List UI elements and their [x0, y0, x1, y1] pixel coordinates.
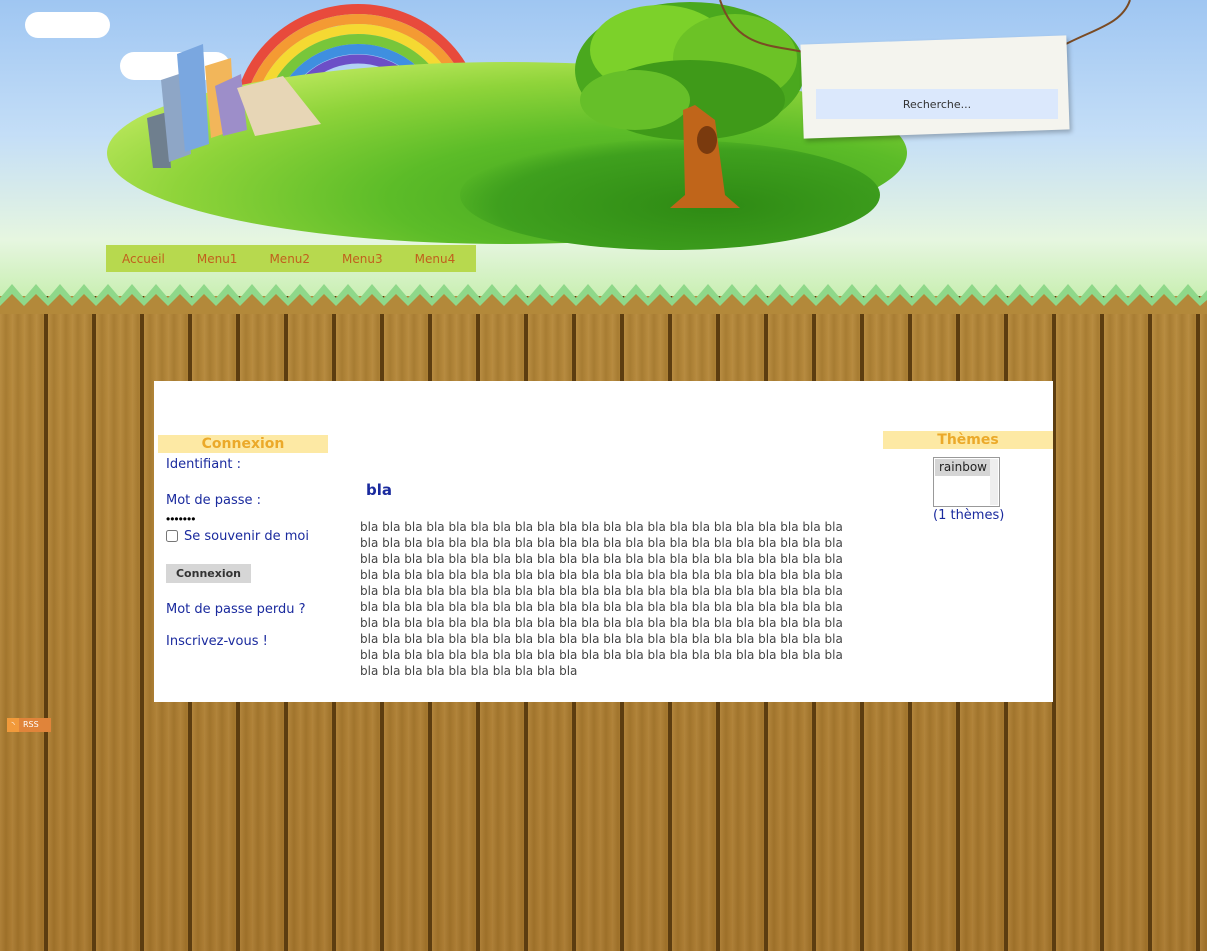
themes-count-link[interactable]: (1 thèmes): [933, 508, 1004, 523]
themes-option-selected[interactable]: rainbow: [935, 459, 991, 476]
article-title: bla: [366, 481, 393, 499]
nav-item-menu3[interactable]: Menu3: [342, 252, 383, 266]
themes-scrollbar[interactable]: [990, 459, 998, 505]
rss-label: RSS: [23, 720, 39, 729]
username-label: Identifiant :: [166, 457, 242, 472]
search-card: [800, 35, 1070, 139]
themes-box-title: Thèmes: [883, 431, 1053, 449]
password-field[interactable]: [166, 512, 236, 526]
rss-feed-badge[interactable]: ◝ RSS: [7, 718, 51, 732]
login-box-title: Connexion: [158, 435, 328, 453]
password-label: Mot de passe :: [166, 493, 262, 508]
nav-item-accueil[interactable]: Accueil: [122, 252, 165, 266]
rss-icon: ◝: [7, 718, 19, 732]
login-button[interactable]: Connexion: [166, 564, 251, 583]
nav-item-menu2[interactable]: Menu2: [269, 252, 310, 266]
remember-me-label[interactable]: Se souvenir de moi: [184, 529, 309, 544]
register-link[interactable]: Inscrivez-vous !: [166, 634, 268, 649]
fence-pointed-tops: [0, 284, 1207, 314]
buildings-illustration: [147, 44, 321, 168]
themes-select[interactable]: rainbow: [933, 457, 1000, 507]
cloud-illustration: [25, 12, 110, 38]
search-input[interactable]: [816, 89, 1058, 119]
article-body: bla bla bla bla bla bla bla bla bla bla …: [360, 520, 843, 678]
main-nav: Accueil Menu1 Menu2 Menu3 Menu4: [106, 245, 476, 272]
remember-me-checkbox[interactable]: [166, 530, 178, 542]
nav-item-menu4[interactable]: Menu4: [415, 252, 456, 266]
forgot-password-link[interactable]: Mot de passe perdu ?: [166, 602, 306, 617]
nav-item-menu1[interactable]: Menu1: [197, 252, 238, 266]
